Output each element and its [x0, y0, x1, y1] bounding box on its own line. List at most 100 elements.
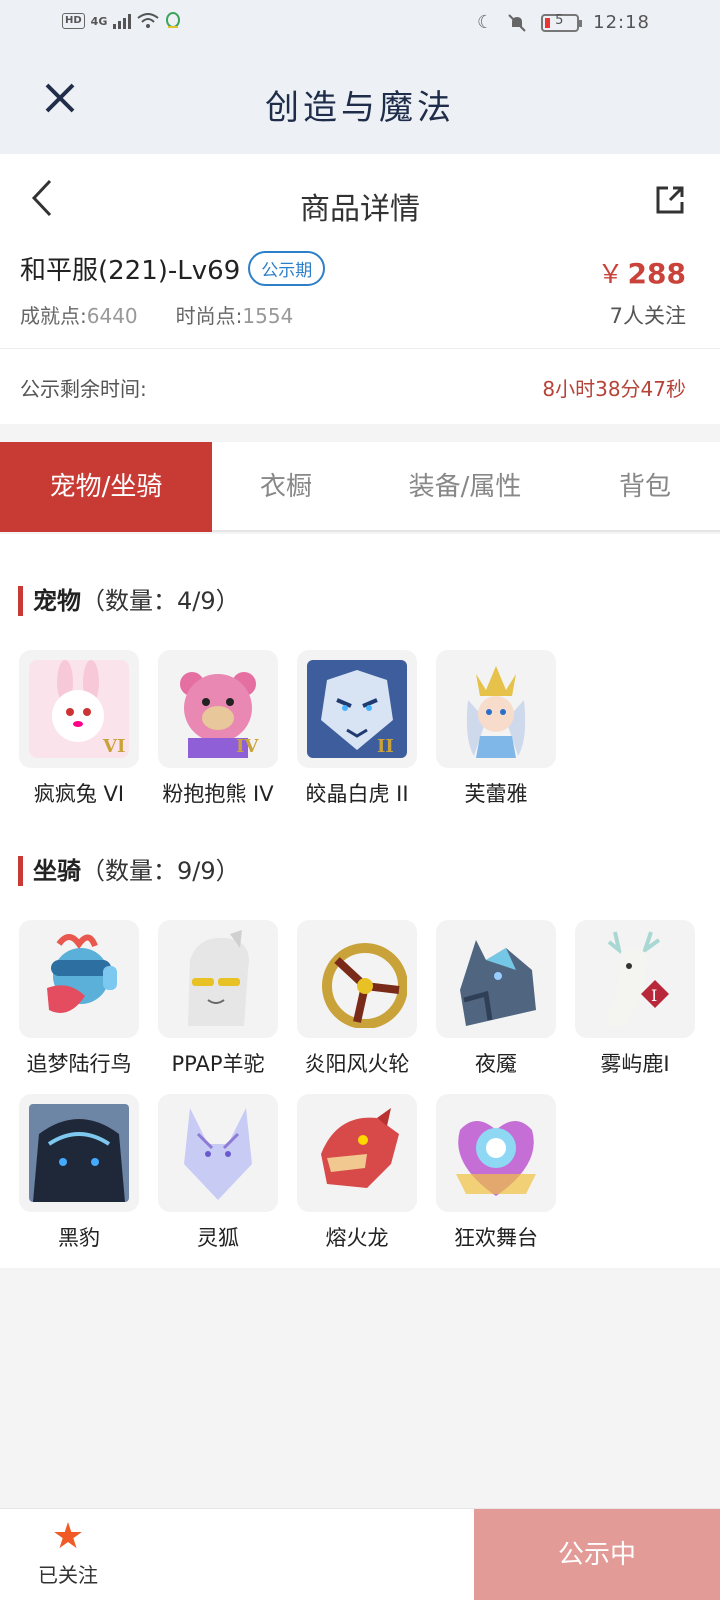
fox-icon [184, 1108, 252, 1200]
mount-thumbnail [436, 920, 556, 1038]
mount-thumbnail [297, 1094, 417, 1212]
mount-thumbnail [436, 1094, 556, 1212]
svg-text:VI: VI [102, 736, 125, 757]
mount-item[interactable]: 灵狐 [157, 1094, 279, 1252]
mount-label: PPAP羊驼 [171, 1052, 265, 1076]
mount-item[interactable]: I 雾屿鹿I [574, 920, 696, 1078]
bottom-bar: ★ 已关注 公示中 [0, 1508, 720, 1600]
mount-item[interactable]: 熔火龙 [296, 1094, 418, 1252]
tab-pets-mounts[interactable]: 宠物/坐骑 [0, 442, 212, 532]
pet-item[interactable]: II 皎晶白虎 II [296, 650, 418, 808]
mounts-count: （数量：9/9） [81, 857, 240, 885]
mount-item[interactable]: 炎阳风火轮 [296, 920, 418, 1078]
achievement-label: 成就点: [20, 304, 87, 328]
share-button[interactable] [654, 184, 686, 216]
countdown-label: 公示剩余时间: [20, 377, 147, 401]
mount-item[interactable]: 黑豹 [18, 1094, 140, 1252]
pet-label: 疯疯兔 VI [33, 782, 125, 806]
mount-label: 炎阳风火轮 [304, 1052, 410, 1076]
pets-title: 宠物 [33, 587, 81, 615]
qq-icon [166, 12, 181, 28]
follow-label: 已关注 [38, 1563, 98, 1587]
pet-label: 芙蕾雅 [464, 782, 528, 806]
battery-icon: 5 [541, 12, 583, 32]
mount-item[interactable]: 夜魇 [435, 920, 557, 1078]
product-info: 和平服(221)-Lv69 公示期 成就点:6440 时尚点:1554 ￥ 288… [0, 244, 720, 348]
pet-label: 粉抱抱熊 IV [162, 782, 274, 806]
mount-label: 追梦陆行鸟 [26, 1052, 132, 1076]
mute-bell-icon [508, 13, 526, 32]
pet-item[interactable]: 芙蕾雅 [435, 650, 557, 808]
follow-button[interactable]: ★ 已关注 [20, 1515, 116, 1588]
mount-label: 狂欢舞台 [454, 1226, 538, 1250]
pet-thumbnail: IV [158, 650, 278, 768]
mount-label: 黑豹 [58, 1226, 100, 1250]
panther-icon [29, 1104, 129, 1202]
mount-thumbnail [158, 920, 278, 1038]
content: 宠物（数量：4/9） VI 疯疯兔 VI IV 粉抱抱熊 IV II 皎晶白虎 … [0, 534, 720, 1268]
mount-label: 雾屿鹿I [600, 1052, 670, 1076]
achievement-stat: 成就点:6440 [20, 300, 138, 329]
status-left: HD 4G [62, 12, 181, 30]
battery-level: 5 [555, 12, 564, 28]
pet-item[interactable]: VI 疯疯兔 VI [18, 650, 140, 808]
mount-label: 夜魇 [475, 1052, 517, 1076]
mount-item[interactable]: 狂欢舞台 [435, 1094, 557, 1252]
mount-thumbnail [19, 1094, 139, 1212]
dragon-icon [321, 1108, 399, 1188]
page-header: 商品详情 [0, 154, 720, 244]
pet-thumbnail: II [297, 650, 417, 768]
pets-count: （数量：4/9） [81, 587, 240, 615]
product-stats: 成就点:6440 时尚点:1554 [20, 300, 293, 329]
status-right: ☾ 5 12:18 [477, 12, 650, 33]
fashion-stat: 时尚点:1554 [176, 300, 294, 329]
tab-equipment[interactable]: 装备/属性 [360, 442, 570, 532]
alpaca-icon [188, 930, 249, 1026]
mount-item[interactable]: PPAP羊驼 [157, 920, 279, 1078]
fairy-icon [466, 666, 526, 758]
pet-item[interactable]: IV 粉抱抱熊 IV [157, 650, 279, 808]
countdown-value: 8小时38分47秒 [542, 377, 686, 401]
page-title: 商品详情 [300, 192, 420, 227]
app-header: 创造与魔法 [0, 50, 720, 154]
deer-icon: I [605, 931, 669, 1026]
app-title: 创造与魔法 [265, 88, 455, 128]
price-value: 288 [627, 257, 686, 290]
share-icon [656, 186, 684, 214]
mount-item[interactable]: 追梦陆行鸟 [18, 920, 140, 1078]
fashion-value: 1554 [242, 304, 294, 328]
fashion-label: 时尚点: [175, 304, 243, 328]
tiger-icon: II [307, 660, 407, 758]
pet-thumbnail: VI [19, 650, 139, 768]
price: ￥ 288 [598, 254, 686, 291]
product-name-row: 和平服(221)-Lv69 公示期 [20, 250, 326, 287]
followers-count: 7人关注 [609, 304, 686, 328]
status-badge: 公示期 [248, 251, 326, 286]
pet-thumbnail [436, 650, 556, 768]
tab-wardrobe[interactable]: 衣橱 [212, 442, 360, 532]
svg-text:II: II [377, 736, 394, 757]
mount-thumbnail [297, 920, 417, 1038]
pet-label: 皎晶白虎 II [305, 782, 409, 806]
status-button[interactable]: 公示中 [474, 1509, 720, 1600]
moon-icon: ☾ [476, 12, 494, 33]
svg-text:IV: IV [236, 736, 259, 757]
svg-text:I: I [651, 986, 657, 1005]
pets-section-title: 宠物（数量：4/9） [18, 586, 240, 616]
wifi-icon [137, 13, 159, 28]
signal-icon [113, 13, 132, 29]
mounts-title: 坐骑 [33, 857, 81, 885]
mounts-section-title: 坐骑（数量：9/9） [18, 856, 240, 886]
hd-icon: HD [62, 13, 85, 29]
stage-icon [456, 1121, 536, 1196]
bird-icon [47, 934, 117, 1013]
currency-symbol: ￥ [597, 260, 624, 290]
mount-thumbnail [158, 1094, 278, 1212]
wheel-icon [322, 943, 407, 1028]
nightmare-horse-icon [460, 940, 536, 1026]
product-name: 和平服(221)-Lv69 [20, 256, 241, 286]
rabbit-icon: VI [29, 660, 129, 758]
mount-label: 灵狐 [197, 1226, 239, 1250]
clock: 12:18 [593, 12, 650, 33]
tab-backpack[interactable]: 背包 [570, 442, 720, 532]
